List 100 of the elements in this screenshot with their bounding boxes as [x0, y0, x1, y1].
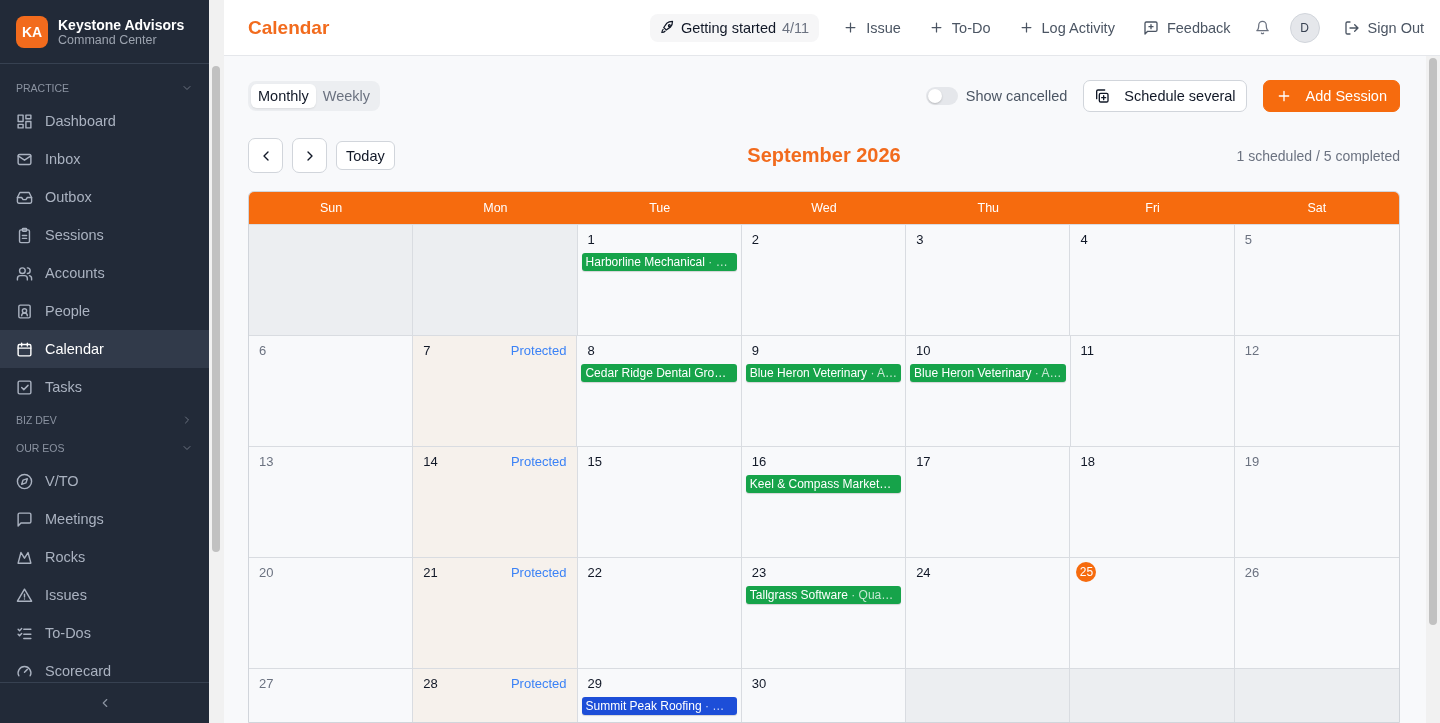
today-button[interactable]: Today	[336, 141, 395, 170]
grid-icon	[16, 112, 33, 130]
day-cell[interactable]: 29 Summit Peak Roofing · …	[577, 668, 742, 722]
getting-started-button[interactable]: Getting started 4/11	[649, 13, 820, 42]
day-cell[interactable]: 8 Cedar Ridge Dental Gro…	[577, 335, 742, 446]
day-cell[interactable]: 28 Protected	[413, 668, 578, 722]
day-number: 18	[1080, 453, 1095, 469]
chat-icon	[16, 510, 33, 528]
event-chip[interactable]: Summit Peak Roofing · …	[581, 697, 737, 715]
weekday-header: Sat	[1234, 192, 1399, 224]
day-cell[interactable]: 21 Protected	[413, 557, 578, 668]
section-header[interactable]: BIZ DEV	[0, 406, 209, 434]
day-number: 12	[1244, 342, 1260, 358]
sidebar-item[interactable]: Issues	[0, 576, 209, 614]
day-cell[interactable]: 1 Harborline Mechanical · …	[577, 224, 742, 335]
day-number: 11	[1080, 342, 1095, 358]
day-number: 25	[1076, 562, 1097, 582]
bell-icon	[1254, 20, 1270, 35]
day-cell[interactable]: 16 Keel & Compass Market…	[741, 446, 907, 557]
sidebar-item[interactable]: Meetings	[0, 500, 209, 538]
day-number: 7	[423, 342, 431, 358]
plus-icon	[1018, 20, 1034, 35]
day-cell[interactable]: 22	[577, 557, 742, 668]
message-icon	[1142, 19, 1159, 36]
sidebar-item[interactable]: Scorecard	[0, 652, 209, 682]
sidebar-item[interactable]: Dashboard	[0, 102, 209, 140]
view-tab[interactable]: Monthly	[251, 84, 316, 108]
weekday-header: Sun	[249, 192, 414, 224]
section-header[interactable]: OUR EOS	[0, 434, 209, 462]
avatar[interactable]: D	[1289, 12, 1320, 43]
day-number: 8	[587, 342, 595, 358]
day-cell[interactable]: 24	[906, 557, 1071, 668]
sidebar-item[interactable]: Calendar	[0, 330, 209, 368]
sidebar-item[interactable]: Tasks	[0, 368, 209, 406]
compass-icon	[16, 472, 33, 490]
schedule-several-button[interactable]: Schedule several	[1083, 80, 1247, 112]
day-number: 3	[916, 231, 924, 247]
day-cell[interactable]: 6	[249, 335, 414, 446]
day-cell[interactable]: 3	[906, 224, 1071, 335]
add-button[interactable]: Issue	[839, 15, 905, 40]
sidebar-item[interactable]: To-Dos	[0, 614, 209, 652]
sign-out-button[interactable]: Sign Out	[1339, 15, 1428, 40]
sidebar-item[interactable]: V/TO	[0, 462, 209, 500]
sidebar-item[interactable]: Inbox	[0, 140, 209, 178]
show-cancelled-toggle[interactable]: Show cancelled	[925, 87, 1068, 105]
day-cell[interactable]: 15	[577, 446, 742, 557]
day-cell[interactable]: 10 Blue Heron Veterinary · A…	[906, 335, 1071, 446]
day-cell[interactable]: 4	[1070, 224, 1235, 335]
day-cell[interactable]: 27	[249, 668, 414, 722]
section-header[interactable]: PRACTICE	[0, 74, 209, 102]
day-number: 14	[423, 453, 438, 469]
day-number: 10	[916, 342, 931, 358]
sidebar-item[interactable]: Accounts	[0, 254, 209, 292]
next-month-button[interactable]	[292, 138, 327, 173]
day-cell[interactable]: 18	[1070, 446, 1235, 557]
day-number: 1	[587, 231, 595, 247]
day-number: 5	[1244, 231, 1252, 247]
sidebar-item[interactable]: Outbox	[0, 178, 209, 216]
day-cell[interactable]: 17	[906, 446, 1071, 557]
day-number: 16	[751, 453, 767, 469]
sidebar-item[interactable]: Sessions	[0, 216, 209, 254]
weekday-header: Fri	[1070, 192, 1235, 224]
day-cell[interactable]: 2	[741, 224, 907, 335]
day-number: 30	[751, 675, 767, 691]
add-button[interactable]: To-Do	[924, 15, 995, 40]
day-cell[interactable]: 14 Protected	[413, 446, 578, 557]
feedback-button[interactable]: Feedback	[1138, 15, 1235, 40]
calendar-icon	[16, 340, 33, 358]
day-cell[interactable]: 30	[741, 668, 907, 722]
day-number: 23	[751, 564, 767, 580]
scrollbar[interactable]	[212, 66, 220, 552]
plus-icon	[843, 20, 859, 35]
view-tab[interactable]: Weekly	[315, 84, 378, 108]
sidebar-item[interactable]: Rocks	[0, 538, 209, 576]
day-number: 24	[916, 564, 931, 580]
day-number: 13	[259, 453, 274, 469]
day-cell[interactable]: 11	[1070, 335, 1235, 446]
day-cell[interactable]: 23 Tallgrass Software · Qua…	[741, 557, 907, 668]
brand-subtitle: Command Center	[58, 32, 158, 47]
session-summary: 1 scheduled / 5 completed	[1235, 147, 1400, 164]
day-cell[interactable]: 9 Blue Heron Veterinary · A…	[741, 335, 907, 446]
rocket-icon	[659, 20, 675, 35]
day-number: 22	[587, 564, 603, 580]
day-number: 28	[423, 675, 438, 691]
previous-month-button[interactable]	[248, 138, 283, 173]
day-cell[interactable]: 7 Protected	[413, 335, 578, 446]
day-number: 21	[423, 564, 438, 580]
add-button[interactable]: Log Activity	[1014, 15, 1119, 40]
logo: KA	[16, 15, 48, 48]
day-cell[interactable]: 13	[249, 446, 414, 557]
day-cell[interactable]: 20	[249, 557, 414, 668]
month-title: September 2026	[747, 144, 901, 167]
sidebar-item[interactable]: People	[0, 292, 209, 330]
day-number: 26	[1244, 564, 1260, 580]
copy-plus-icon	[1094, 88, 1111, 104]
weekday-header: Mon	[413, 192, 578, 224]
day-number: 17	[916, 453, 931, 469]
checkbox-icon	[16, 378, 33, 396]
weekday-header: Tue	[577, 192, 742, 224]
scrollbar[interactable]	[1429, 58, 1437, 625]
